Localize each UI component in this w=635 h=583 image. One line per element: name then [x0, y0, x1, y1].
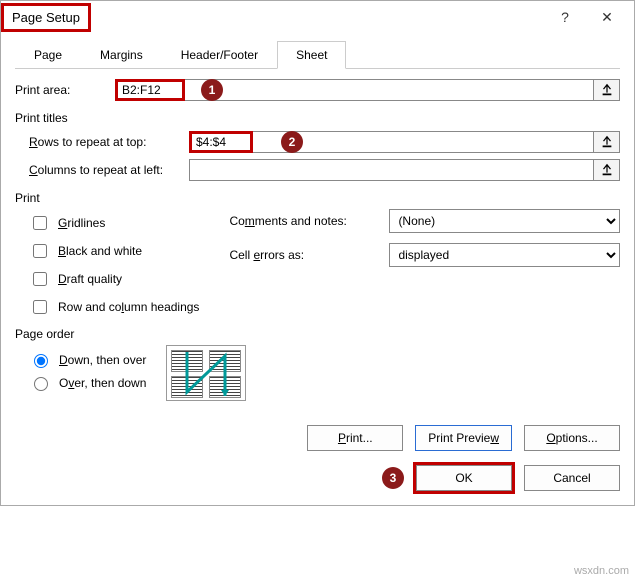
options-button[interactable]: Options...: [524, 425, 620, 451]
down-over-row[interactable]: Down, then over: [29, 351, 146, 368]
dialog-title: Page Setup: [1, 3, 91, 32]
print-section: Gridlines Black and white Draft quality …: [15, 209, 620, 317]
rowcol-checkbox[interactable]: [33, 300, 47, 314]
draft-checkbox[interactable]: [33, 272, 47, 286]
dialog-body: Page Margins Header/Footer Sheet Print a…: [1, 33, 634, 505]
rows-repeat-row: Rows to repeat at top: 2: [29, 131, 620, 153]
cols-repeat-input[interactable]: [189, 159, 594, 181]
rowcol-check-row[interactable]: Row and column headings: [29, 297, 199, 317]
page-order-preview-icon: [166, 345, 246, 401]
callout-3: 3: [382, 467, 404, 489]
rows-repeat-label: Rows to repeat at top:: [29, 135, 189, 149]
over-down-label: Over, then down: [59, 376, 146, 390]
over-down-radio[interactable]: [34, 377, 48, 391]
print-area-input[interactable]: [115, 79, 185, 101]
callout-2: 2: [281, 131, 303, 153]
rows-repeat-input[interactable]: [189, 131, 253, 153]
page-order-section: Down, then over Over, then down: [15, 345, 620, 401]
gridlines-label: Gridlines: [58, 216, 105, 230]
bw-check-row[interactable]: Black and white: [29, 241, 199, 261]
close-button[interactable]: ✕: [586, 3, 628, 31]
errors-label: Cell errors as:: [229, 248, 379, 262]
footer-row: 3 OK Cancel: [15, 465, 620, 491]
cols-repeat-row: Columns to repeat at left:: [29, 159, 620, 181]
print-section-label: Print: [15, 191, 620, 205]
rows-repeat-input-ext[interactable]: [253, 131, 594, 153]
print-area-row: Print area: 1: [15, 79, 620, 101]
help-button[interactable]: ?: [544, 3, 586, 31]
titlebar: Page Setup ? ✕: [1, 1, 634, 33]
bw-checkbox[interactable]: [33, 244, 47, 258]
tab-sheet[interactable]: Sheet: [277, 41, 346, 69]
collapse-dialog-icon: [600, 83, 614, 97]
draft-check-row[interactable]: Draft quality: [29, 269, 199, 289]
preview-button[interactable]: Print Preview: [415, 425, 512, 451]
action-row-1: Print... Print Preview Options...: [15, 425, 620, 451]
print-area-range-picker[interactable]: [594, 79, 620, 101]
comments-select[interactable]: (None): [389, 209, 620, 233]
print-area-label: Print area:: [15, 83, 115, 97]
print-titles-label: Print titles: [15, 111, 620, 125]
down-over-radio[interactable]: [34, 354, 48, 368]
rows-repeat-range-picker[interactable]: [594, 131, 620, 153]
down-over-label: Down, then over: [59, 353, 146, 367]
rowcol-label: Row and column headings: [58, 300, 199, 314]
watermark: wsxdn.com: [574, 565, 629, 577]
cols-repeat-range-picker[interactable]: [594, 159, 620, 181]
collapse-dialog-icon: [600, 163, 614, 177]
cols-repeat-label: Columns to repeat at left:: [29, 163, 189, 177]
page-order-label: Page order: [15, 327, 620, 341]
page-setup-dialog: Page Setup ? ✕ Page Margins Header/Foote…: [0, 0, 635, 506]
print-button[interactable]: Print...: [307, 425, 403, 451]
tabstrip: Page Margins Header/Footer Sheet: [15, 41, 620, 69]
errors-select[interactable]: displayed: [389, 243, 620, 267]
callout-1: 1: [201, 79, 223, 101]
comments-label: Comments and notes:: [229, 214, 379, 228]
ok-button[interactable]: OK: [416, 465, 512, 491]
gridlines-checkbox[interactable]: [33, 216, 47, 230]
gridlines-check-row[interactable]: Gridlines: [29, 213, 199, 233]
print-area-input-ext[interactable]: [185, 79, 594, 101]
tab-margins[interactable]: Margins: [81, 41, 162, 68]
tab-page[interactable]: Page: [15, 41, 81, 68]
tab-headerfooter[interactable]: Header/Footer: [162, 41, 277, 68]
bw-label: Black and white: [58, 244, 142, 258]
draft-label: Draft quality: [58, 272, 122, 286]
cancel-button[interactable]: Cancel: [524, 465, 620, 491]
over-down-row[interactable]: Over, then down: [29, 374, 146, 391]
collapse-dialog-icon: [600, 135, 614, 149]
